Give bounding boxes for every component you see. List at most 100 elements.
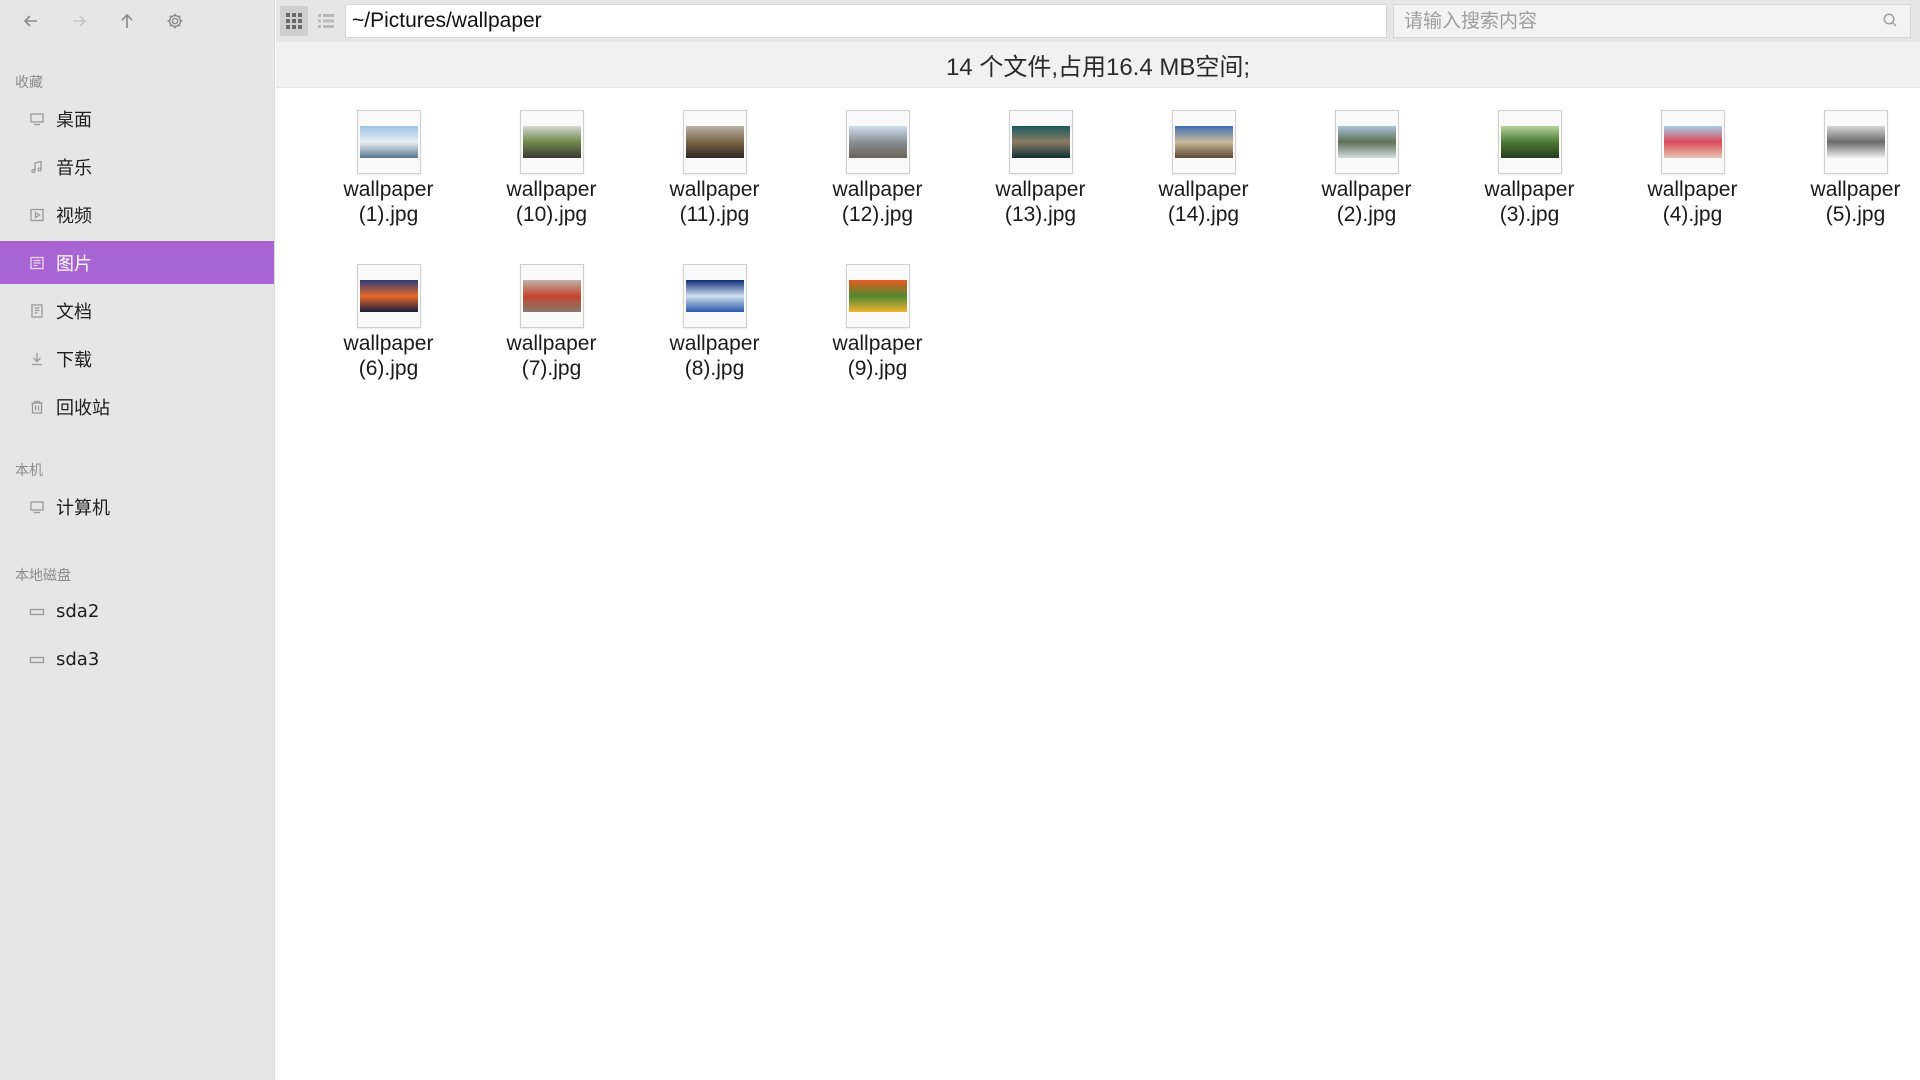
file-item[interactable]: wallpaper (4).jpg [1611, 110, 1774, 264]
file-item[interactable]: wallpaper (2).jpg [1285, 110, 1448, 264]
file-name-line: wallpaper [506, 178, 597, 201]
back-button[interactable] [18, 8, 44, 34]
sidebar-item-label: 文档 [56, 301, 92, 323]
file-name-line: (5).jpg [1825, 203, 1886, 226]
file-summary: 14 个文件,占用16.4 MB空间; [945, 54, 1251, 81]
file-name-line: (8).jpg [684, 357, 745, 380]
image-thumbnail-icon [359, 280, 418, 312]
sidebar-item-local-0[interactable]: 计算机 [0, 485, 274, 528]
file-name: wallpaper (12).jpg [803, 177, 953, 227]
trash-icon [29, 399, 45, 415]
document-icon [29, 303, 45, 319]
path-input[interactable] [345, 4, 1387, 38]
list-view-icon [318, 14, 334, 28]
file-item[interactable]: wallpaper (5).jpg [1774, 110, 1920, 264]
grid-view-icon [286, 13, 302, 29]
sidebar-item-label: 下载 [56, 349, 92, 371]
settings-button[interactable] [162, 8, 188, 34]
sidebar-item-label: 桌面 [56, 109, 92, 131]
file-name: wallpaper (6).jpg [314, 331, 464, 381]
file-name-line: wallpaper [1647, 178, 1738, 201]
file-item[interactable]: wallpaper (1).jpg [307, 110, 470, 264]
file-item[interactable]: wallpaper (11).jpg [633, 110, 796, 264]
file-name-line: (7).jpg [521, 357, 582, 380]
file-name: wallpaper (1).jpg [314, 177, 464, 227]
file-name-line: (14).jpg [1167, 203, 1240, 226]
file-thumbnail [1660, 110, 1725, 174]
file-name: wallpaper (14).jpg [1129, 177, 1279, 227]
disk-section-label: 本地磁盘 [15, 568, 71, 584]
file-thumbnail [519, 264, 584, 328]
file-name-line: (13).jpg [1004, 203, 1077, 226]
file-item[interactable]: wallpaper (13).jpg [959, 110, 1122, 264]
sidebar-item-label: 计算机 [56, 497, 110, 519]
sidebar-item-favorite-6[interactable]: 回收站 [0, 385, 274, 428]
file-item[interactable]: wallpaper (6).jpg [307, 264, 470, 418]
file-name-line: (9).jpg [847, 357, 908, 380]
sidebar-item-favorite-3[interactable]: 图片 [0, 241, 274, 284]
computer-icon [29, 499, 45, 515]
up-button[interactable] [114, 8, 140, 34]
file-name-line: wallpaper [343, 332, 434, 355]
file-name: wallpaper (9).jpg [803, 331, 953, 381]
image-thumbnail-icon [1174, 126, 1233, 158]
file-name-line: wallpaper [343, 178, 434, 201]
sidebar-item-label: 音乐 [56, 157, 92, 179]
status-bar: 14 个文件,占用16.4 MB空间; [276, 42, 1920, 88]
favorites-section-label: 收藏 [15, 75, 43, 91]
file-name-line: (11).jpg [679, 203, 750, 226]
sidebar-item-favorite-4[interactable]: 文档 [0, 289, 274, 332]
file-thumbnail [1171, 110, 1236, 174]
image-thumbnail-icon [522, 280, 581, 312]
search-icon[interactable] [1882, 12, 1900, 30]
file-item[interactable]: wallpaper (14).jpg [1122, 110, 1285, 264]
back-arrow-icon [23, 15, 37, 27]
file-name: wallpaper (8).jpg [640, 331, 790, 381]
file-item[interactable]: wallpaper (12).jpg [796, 110, 959, 264]
local-section-label: 本机 [15, 463, 43, 479]
music-icon [29, 159, 45, 175]
search-input[interactable] [1394, 5, 1882, 37]
drive-icon [29, 652, 45, 668]
grid-view-button[interactable] [280, 6, 308, 36]
image-thumbnail-icon [848, 280, 907, 312]
image-thumbnail-icon [522, 126, 581, 158]
sidebar-item-favorite-2[interactable]: 视频 [0, 193, 274, 236]
file-item[interactable]: wallpaper (8).jpg [633, 264, 796, 418]
file-name-line: (6).jpg [358, 357, 419, 380]
sidebar-item-favorite-5[interactable]: 下载 [0, 337, 274, 380]
sidebar-item-favorite-1[interactable]: 音乐 [0, 145, 274, 188]
file-thumbnail [845, 264, 910, 328]
list-view-button[interactable] [312, 6, 340, 36]
monitor-icon [29, 111, 45, 127]
file-name-line: (3).jpg [1499, 203, 1560, 226]
file-name: wallpaper (13).jpg [966, 177, 1116, 227]
image-thumbnail-icon [1663, 126, 1722, 158]
forward-button[interactable] [66, 8, 92, 34]
file-name-line: wallpaper [832, 178, 923, 201]
file-thumbnail [356, 264, 421, 328]
search-box [1393, 4, 1911, 38]
sidebar-item-favorite-0[interactable]: 桌面 [0, 97, 274, 140]
navigation-bar [0, 0, 274, 42]
sidebar-item-disk-0[interactable]: sda2 [0, 590, 274, 633]
file-item[interactable]: wallpaper (3).jpg [1448, 110, 1611, 264]
image-thumbnail-icon [1337, 126, 1396, 158]
file-name-line: wallpaper [669, 332, 760, 355]
file-thumbnail [1497, 110, 1562, 174]
file-name: wallpaper (5).jpg [1781, 177, 1920, 227]
file-name-line: wallpaper [1810, 178, 1901, 201]
file-item[interactable]: wallpaper (10).jpg [470, 110, 633, 264]
file-view: wallpaper (1).jpg wallpaper (10).jpg wallpap… [276, 88, 1920, 1080]
image-thumbnail-icon [685, 126, 744, 158]
file-item[interactable]: wallpaper (7).jpg [470, 264, 633, 418]
file-item[interactable]: wallpaper (9).jpg [796, 264, 959, 418]
file-thumbnail [682, 110, 747, 174]
sidebar-item-disk-1[interactable]: sda3 [0, 638, 274, 681]
file-thumbnail [1334, 110, 1399, 174]
file-name: wallpaper (3).jpg [1455, 177, 1605, 227]
file-name-line: wallpaper [1484, 178, 1575, 201]
file-name: wallpaper (4).jpg [1618, 177, 1768, 227]
image-thumbnail-icon [1826, 126, 1885, 158]
sidebar-item-label: sda2 [56, 601, 100, 622]
